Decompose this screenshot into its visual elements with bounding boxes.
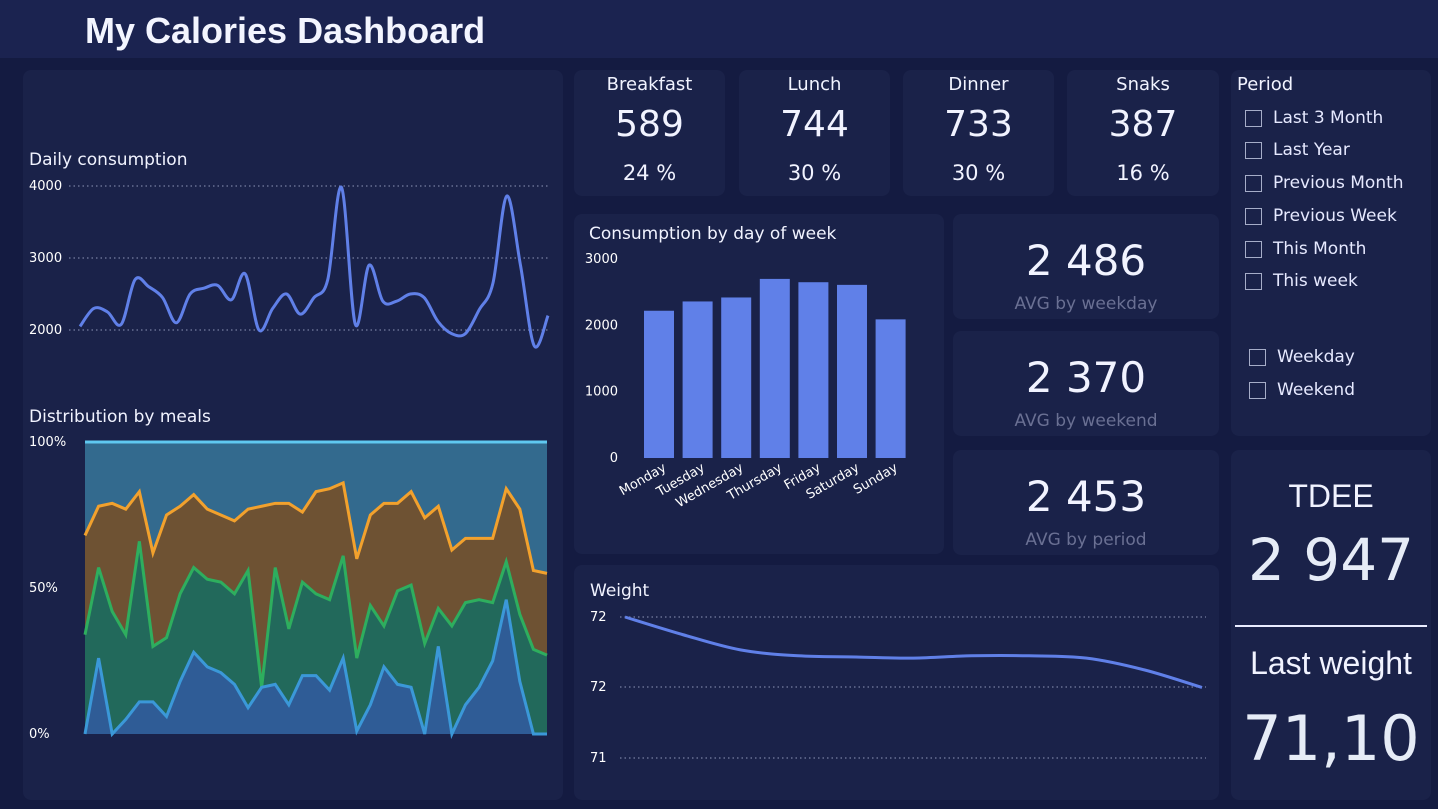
checkbox[interactable] [1249, 381, 1266, 399]
meal-label: Breakfast [606, 74, 693, 95]
checkbox[interactable] [1245, 207, 1262, 225]
last-weight-value: 71,10 [1242, 702, 1420, 775]
day-option-weekend[interactable]: Weekend [1249, 380, 1355, 400]
y-tick-label: 3000 [585, 252, 618, 267]
y-tick-label: 0% [29, 727, 50, 742]
bar [837, 284, 867, 458]
avg-label: AVG by period [1025, 530, 1147, 550]
y-tick-label: 71 [590, 751, 607, 766]
avg-value: 2 453 [1025, 472, 1147, 521]
weekday-bar-panel: Consumption by day of week 0 1000 2000 3000… [574, 214, 944, 554]
y-tick-label: 1000 [585, 385, 618, 400]
tdee-value: 2 947 [1247, 526, 1415, 594]
tdee-weight-card: TDEE 2 947 Last weight 71,10 [1231, 450, 1431, 800]
distribution-chart: 0% 50% 100% [29, 435, 548, 742]
period-option-last-year[interactable]: Last Year [1245, 140, 1350, 160]
daily-consumption-chart: 2000 3000 4000 [29, 179, 550, 349]
period-option-previous-week[interactable]: Previous Week [1245, 206, 1397, 226]
checkbox[interactable] [1245, 240, 1262, 258]
option-label: This Month [1273, 239, 1367, 259]
avg-label: AVG by weekend [1014, 411, 1158, 431]
checkbox[interactable] [1245, 141, 1262, 159]
weight-title: Weight [590, 581, 650, 601]
option-label: Previous Month [1273, 173, 1404, 193]
meal-card-lunch: Lunch 744 30 % [739, 70, 890, 196]
y-tick-label: 100% [29, 435, 66, 450]
meal-label: Dinner [948, 74, 1009, 95]
meal-value: 733 [944, 104, 1013, 145]
meal-label: Snaks [1116, 74, 1170, 95]
weight-panel: Weight 71 72 72 [574, 565, 1219, 800]
weekday-bar-chart: 0100020003000MondayTuesdayWednesdayThurs… [585, 252, 906, 511]
y-tick-label: 2000 [29, 323, 62, 338]
option-label: This week [1273, 271, 1358, 291]
y-tick-label: 72 [590, 680, 607, 695]
page-title: My Calories Dashboard [85, 10, 486, 51]
bar [798, 282, 829, 458]
last-weight-label: Last weight [1250, 645, 1412, 681]
period-option-last-3-month[interactable]: Last 3 Month [1245, 108, 1383, 128]
meal-card-breakfast: Breakfast 589 24 % [574, 70, 725, 196]
day-option-weekday[interactable]: Weekday [1249, 347, 1355, 367]
divider [1235, 625, 1427, 627]
avg-value: 2 486 [1025, 236, 1147, 285]
option-label: Last Year [1273, 140, 1350, 160]
y-tick-label: 4000 [29, 179, 62, 194]
series-line [78, 185, 550, 349]
avg-weekend-card: 2 370 AVG by weekend [953, 331, 1219, 436]
avg-period-card: 2 453 AVG by period [953, 450, 1219, 555]
bar [721, 297, 752, 458]
series-line [624, 615, 1203, 689]
y-tick-label: 72 [590, 610, 607, 625]
period-option-this-month[interactable]: This Month [1245, 239, 1366, 259]
meal-card-snacks: Snaks 387 16 % [1067, 70, 1219, 196]
bar [875, 319, 906, 458]
avg-label: AVG by weekday [1014, 294, 1158, 314]
y-tick-label: 50% [29, 581, 58, 596]
bar [759, 278, 790, 458]
checkbox[interactable] [1245, 272, 1262, 290]
checkbox[interactable] [1245, 109, 1262, 127]
checkbox[interactable] [1249, 348, 1266, 366]
meal-percent: 30 % [787, 161, 842, 185]
header-bar: My Calories Dashboard [0, 0, 1438, 58]
meal-card-dinner: Dinner 733 30 % [903, 70, 1054, 196]
option-label: Last 3 Month [1273, 108, 1384, 128]
option-label: Previous Week [1273, 206, 1397, 226]
meal-value: 744 [780, 104, 849, 145]
meal-label: Lunch [787, 74, 842, 95]
weight-chart: 71 72 72 [590, 610, 1206, 766]
meal-percent: 16 % [1116, 161, 1170, 185]
meal-percent: 30 % [951, 161, 1006, 185]
period-option-this-week[interactable]: This week [1245, 271, 1358, 291]
period-slicer: Period Last 3 Month Last Year Previous M… [1231, 70, 1431, 436]
y-tick-label: 0 [610, 451, 618, 466]
y-tick-label: 3000 [29, 251, 62, 266]
avg-value: 2 370 [1025, 353, 1147, 402]
bar [644, 310, 674, 458]
meal-value: 589 [615, 104, 684, 145]
daily-consumption-title: Daily consumption [29, 150, 188, 170]
x-tick-label: Sunday [851, 460, 901, 497]
left-chart-panel: Daily consumption 2000 3000 4000 Distribut… [23, 70, 563, 800]
meal-percent: 24 % [622, 161, 677, 185]
period-option-previous-month[interactable]: Previous Month [1245, 173, 1404, 193]
meal-value: 387 [1108, 104, 1178, 145]
option-label: Weekend [1277, 380, 1355, 400]
distribution-title: Distribution by meals [29, 407, 211, 427]
y-tick-label: 2000 [585, 318, 618, 333]
tdee-label: TDEE [1288, 478, 1374, 514]
period-title: Period [1237, 74, 1294, 95]
bar [682, 301, 713, 458]
avg-weekday-card: 2 486 AVG by weekday [953, 214, 1219, 319]
option-label: Weekday [1277, 347, 1355, 367]
bar-chart-title: Consumption by day of week [589, 224, 837, 244]
checkbox[interactable] [1245, 174, 1262, 192]
